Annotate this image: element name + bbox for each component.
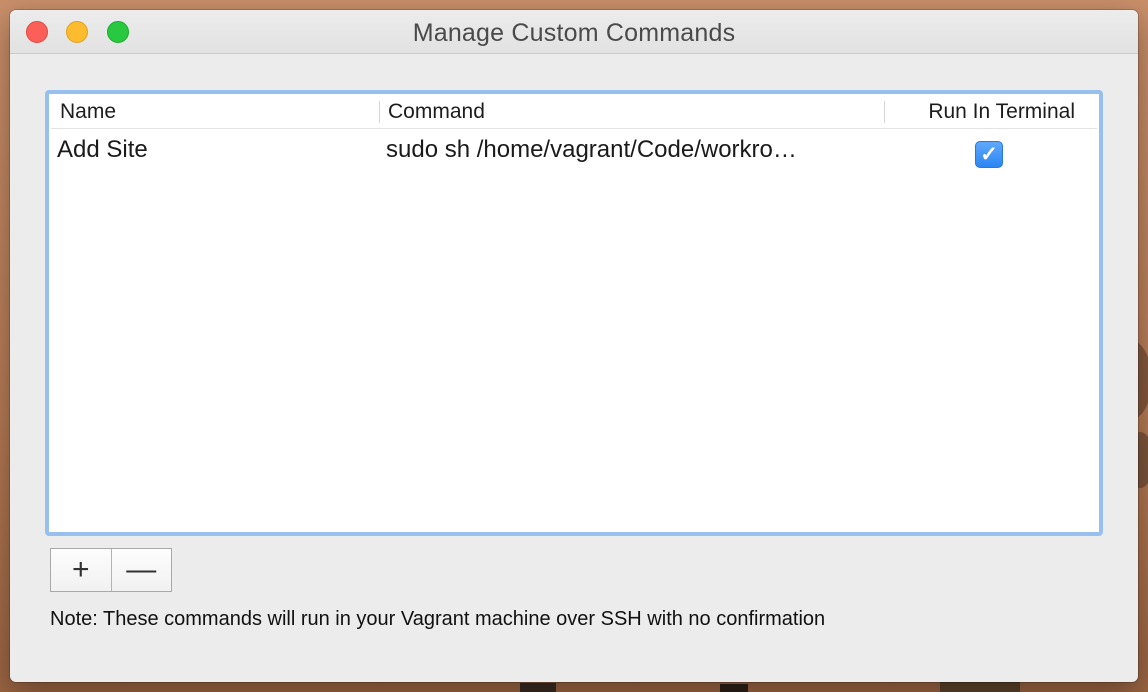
ssh-note: Note: These commands will run in your Va…: [50, 608, 826, 630]
row-command-cell[interactable]: sudo sh /home/vagrant/Code/workro…: [386, 135, 797, 165]
column-header-run-in-terminal[interactable]: Run In Terminal: [928, 99, 1075, 125]
manage-commands-window: Manage Custom Commands Name Command Run …: [10, 10, 1138, 682]
window-title: Manage Custom Commands: [412, 19, 736, 47]
add-remove-button-group: + —: [50, 548, 172, 592]
add-command-button[interactable]: +: [51, 549, 111, 591]
title-bar: Manage Custom Commands: [10, 10, 1138, 54]
row-name-cell[interactable]: Add Site: [57, 135, 148, 165]
column-divider[interactable]: [884, 101, 885, 123]
column-header-command[interactable]: Command: [388, 99, 485, 125]
table-header: Name Command Run In Terminal: [51, 96, 1097, 129]
table-row[interactable]: Add Site sudo sh /home/vagrant/Code/work…: [51, 129, 1097, 175]
commands-table-body: Name Command Run In Terminal Add Site su…: [51, 96, 1097, 530]
column-divider[interactable]: [379, 101, 380, 123]
checkmark-icon: ✓: [980, 143, 998, 166]
remove-command-button[interactable]: —: [110, 549, 172, 591]
commands-table[interactable]: Name Command Run In Terminal Add Site su…: [45, 90, 1103, 536]
column-header-name[interactable]: Name: [60, 99, 116, 125]
run-in-terminal-checkbox[interactable]: ✓: [975, 141, 1003, 168]
